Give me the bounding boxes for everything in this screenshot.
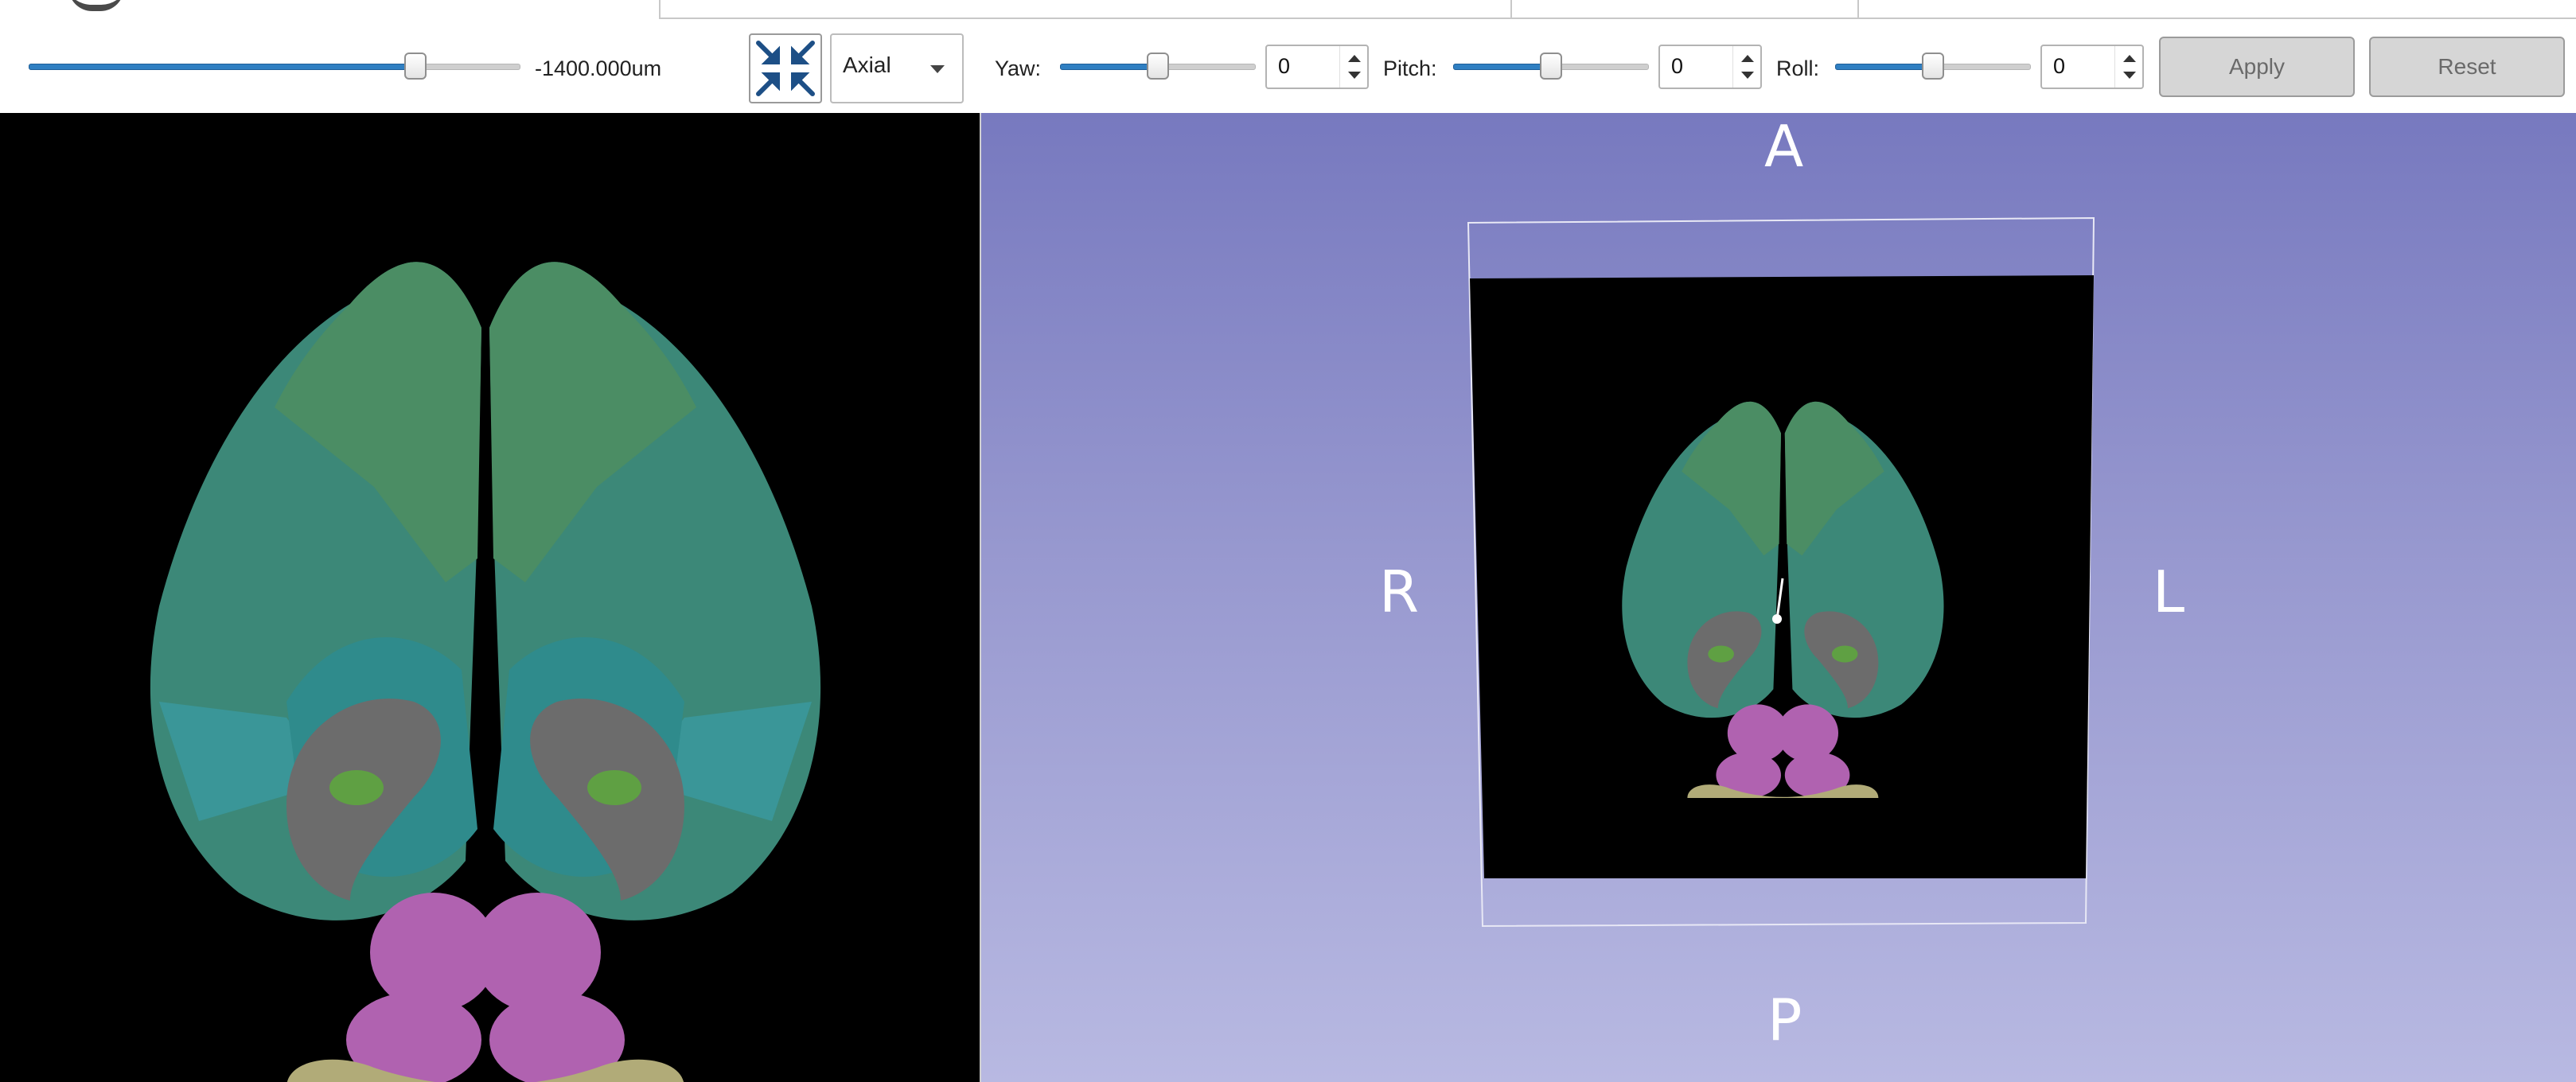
orientation-anterior: A [1764,113,1804,180]
orientation-posterior: P [1767,987,1802,1053]
spin-up-icon[interactable] [1741,55,1754,62]
spin-down-icon[interactable] [1348,72,1361,79]
pitch-slider[interactable] [1453,51,1649,83]
orientation-left: L [2153,559,2185,625]
brain-slice-image [150,262,821,1082]
pitch-spinbox[interactable]: 0 [1658,45,1762,89]
upper-panel [0,0,2576,19]
slice-offset-value: -1400.000um [535,56,662,80]
upper-panel-section [659,0,1512,19]
roll-label: Roll: [1776,56,1820,80]
slice-view-2d[interactable] [0,113,980,1082]
slider-thumb[interactable] [1147,53,1169,80]
slider-thumb[interactable] [404,53,427,80]
upper-panel-section [1857,0,2576,19]
reset-button[interactable]: Reset [2369,37,2565,97]
yaw-label: Yaw: [995,56,1042,80]
slider-thumb[interactable] [1540,53,1562,80]
roll-spinbox[interactable]: 0 [2040,45,2144,89]
slider-thumb[interactable] [1922,53,1944,80]
slice-offset-slider[interactable] [29,51,520,83]
slice-plane-3d [1467,216,2095,928]
view-orientation-value: Axial [843,53,891,77]
slider-fill [1060,64,1159,70]
slider-fill [1453,64,1553,70]
fit-to-window-icon [756,41,815,96]
yaw-slider[interactable] [1060,51,1256,83]
chevron-down-icon [930,65,945,73]
orientation-right: R [1379,559,1420,625]
slice-toolbar: -1400.000um Axial Yaw: 0 Pitch: 0 Roll: … [0,19,2576,113]
yaw-spinbox[interactable]: 0 [1265,45,1369,89]
slider-fill [29,64,417,70]
spin-down-icon[interactable] [1741,72,1754,79]
spin-up-icon[interactable] [2123,55,2136,62]
spin-down-icon[interactable] [2123,72,2136,79]
roll-slider[interactable] [1835,51,2031,83]
apply-button[interactable]: Apply [2159,37,2355,97]
roll-value: 0 [2053,54,2066,78]
slice-view-3d[interactable]: A P R L [981,113,2576,1082]
view-orientation-select[interactable]: Axial [830,33,964,103]
pitch-label: Pitch: [1383,56,1437,80]
pitch-value: 0 [1671,54,1684,78]
slider-fill [1835,64,1935,70]
spin-up-icon[interactable] [1348,55,1361,62]
fit-to-window-button[interactable] [749,33,822,103]
logo-icon [68,0,124,11]
upper-panel-section [1510,0,1859,19]
yaw-value: 0 [1278,54,1291,78]
